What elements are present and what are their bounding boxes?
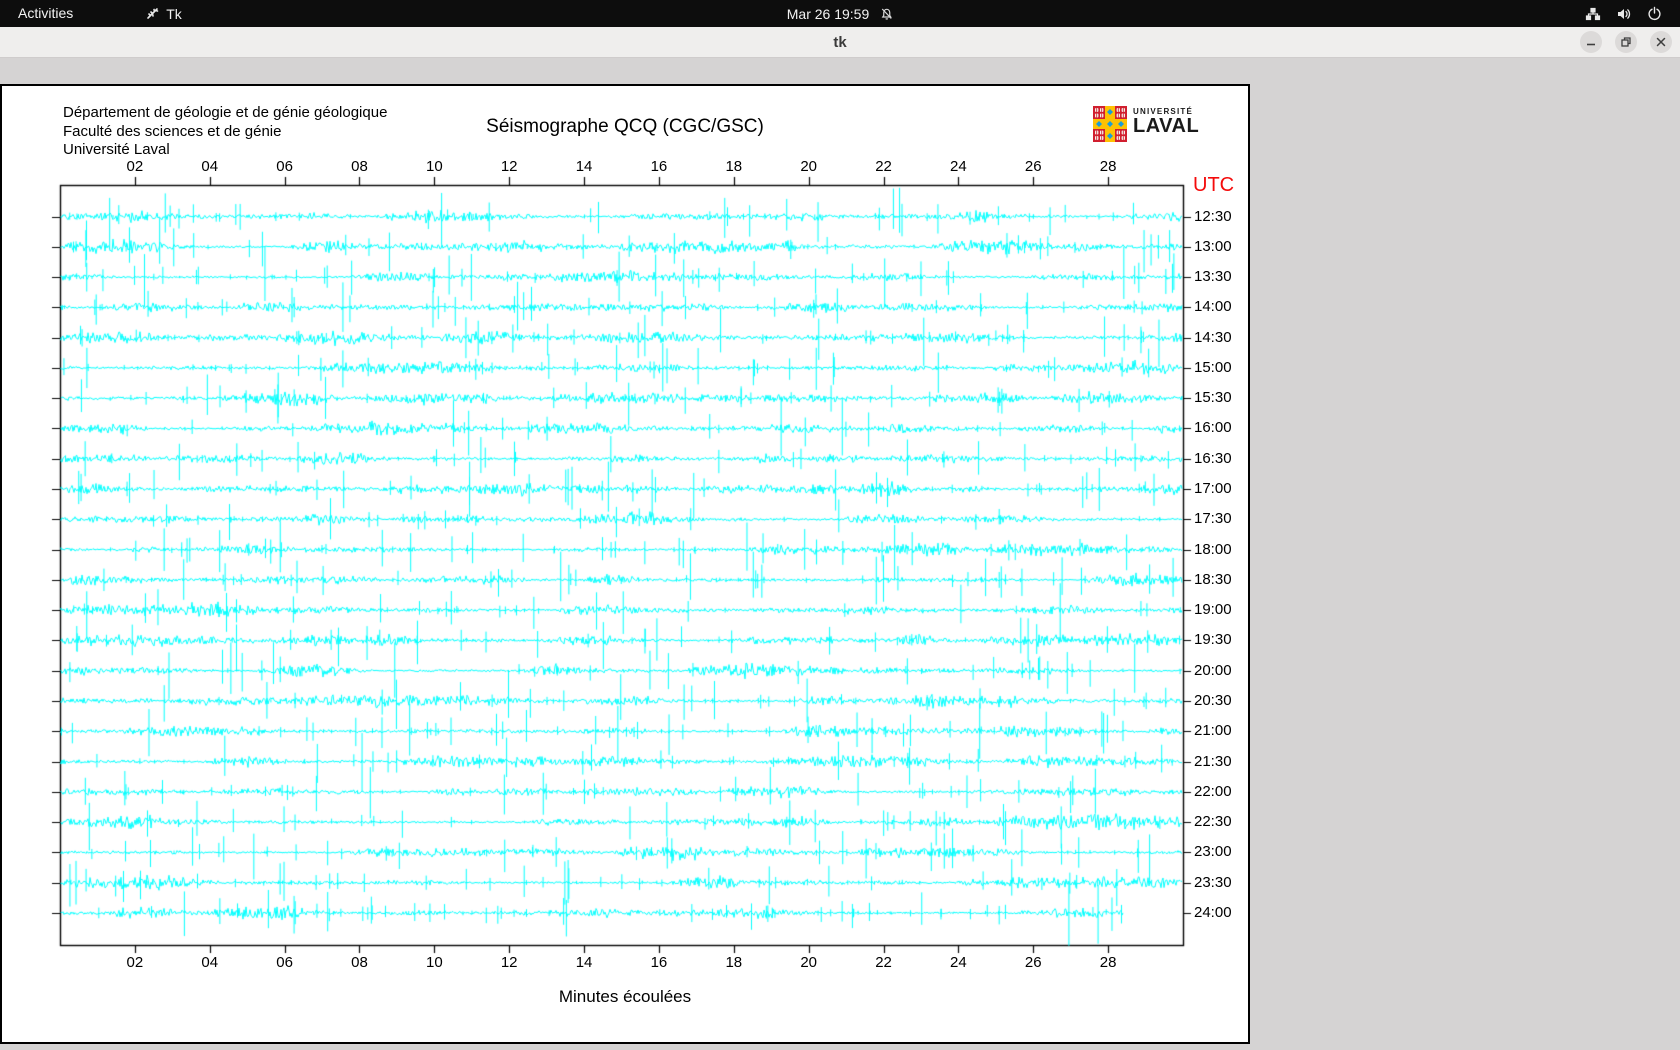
x-tick-bottom-10: 10	[425, 954, 443, 971]
utc-label-24:00: 24:00	[1194, 903, 1232, 921]
utc-label-15:30: 15:30	[1194, 389, 1232, 407]
utc-label-13:30: 13:30	[1194, 268, 1232, 286]
utc-label-21:00: 21:00	[1194, 722, 1232, 740]
restore-button[interactable]	[1615, 31, 1637, 53]
network-wired-icon	[1585, 6, 1601, 22]
tk-feather-icon	[145, 6, 160, 21]
x-tick-bottom-14: 14	[575, 954, 593, 971]
utc-label-22:30: 22:30	[1194, 813, 1232, 831]
x-tick-top-02: 02	[126, 158, 144, 175]
x-tick-bottom-24: 24	[950, 954, 967, 971]
utc-label-22:00: 22:00	[1194, 782, 1232, 800]
power-icon	[1647, 6, 1662, 21]
utc-label-16:00: 16:00	[1194, 419, 1232, 437]
activities-button[interactable]: Activities	[0, 0, 87, 27]
x-tick-top-26: 26	[1024, 158, 1042, 175]
x-tick-bottom-06: 06	[276, 954, 293, 971]
x-tick-top-24: 24	[950, 158, 967, 175]
window-controls	[1580, 31, 1672, 53]
system-status-area[interactable]	[1585, 0, 1680, 27]
utc-label-14:30: 14:30	[1194, 328, 1232, 346]
x-tick-bottom-16: 16	[650, 954, 668, 971]
utc-label-18:30: 18:30	[1194, 570, 1232, 588]
x-tick-bottom-12: 12	[500, 954, 518, 971]
x-tick-bottom-22: 22	[875, 954, 892, 971]
utc-label-20:30: 20:30	[1194, 691, 1232, 709]
x-tick-top-20: 20	[800, 158, 817, 175]
x-tick-top-04: 04	[201, 158, 219, 175]
window-title: tk	[833, 34, 847, 51]
utc-label-21:30: 21:30	[1194, 752, 1232, 770]
utc-label-23:30: 23:30	[1194, 873, 1232, 891]
utc-label-14:00: 14:00	[1194, 298, 1232, 316]
utc-label-16:30: 16:30	[1194, 449, 1232, 467]
x-tick-top-18: 18	[725, 158, 743, 175]
focused-app-menu[interactable]: Tk	[145, 6, 182, 22]
utc-label-19:30: 19:30	[1194, 631, 1232, 649]
x-tick-top-10: 10	[425, 158, 443, 175]
x-tick-top-28: 28	[1099, 158, 1117, 175]
close-button[interactable]	[1650, 31, 1672, 53]
x-tick-bottom-04: 04	[201, 954, 219, 971]
x-tick-top-12: 12	[500, 158, 518, 175]
gnome-top-bar: Activities Tk Mar 26 19:59	[0, 0, 1680, 27]
utc-label-12:30: 12:30	[1194, 207, 1232, 225]
focused-app-name: Tk	[166, 5, 182, 22]
x-tick-bottom-28: 28	[1099, 954, 1117, 971]
x-tick-top-16: 16	[650, 158, 668, 175]
utc-label-13:00: 13:00	[1194, 237, 1232, 255]
utc-label-18:00: 18:00	[1194, 540, 1232, 558]
utc-label-15:00: 15:00	[1194, 358, 1232, 376]
clock-menu[interactable]: Mar 26 19:59	[787, 0, 894, 27]
desktop-background: Département de géologie et de génie géol…	[0, 58, 1680, 1050]
utc-label-20:00: 20:00	[1194, 661, 1232, 679]
x-tick-top-06: 06	[276, 158, 293, 175]
x-tick-bottom-26: 26	[1024, 954, 1042, 971]
x-tick-top-14: 14	[575, 158, 593, 175]
notifications-off-icon	[879, 7, 893, 21]
minimize-button[interactable]	[1580, 31, 1602, 53]
utc-label-19:00: 19:00	[1194, 601, 1232, 619]
utc-label-17:00: 17:00	[1194, 480, 1232, 498]
x-tick-bottom-02: 02	[126, 954, 144, 971]
utc-header-label: UTC	[1193, 174, 1235, 196]
x-tick-bottom-08: 08	[351, 954, 368, 971]
seismogram-plot	[2, 86, 1248, 1042]
x-tick-top-22: 22	[875, 158, 892, 175]
x-tick-bottom-18: 18	[725, 954, 743, 971]
seismograph-window: Département de géologie et de génie géol…	[0, 84, 1250, 1044]
x-tick-top-08: 08	[351, 158, 368, 175]
clock-label: Mar 26 19:59	[786, 5, 870, 22]
x-tick-bottom-20: 20	[800, 954, 817, 971]
utc-label-17:30: 17:30	[1194, 510, 1232, 528]
x-axis-title: Minutes écoulées	[558, 987, 692, 1006]
volume-icon	[1616, 6, 1632, 22]
utc-label-23:00: 23:00	[1194, 843, 1232, 861]
window-title-bar: tk	[0, 27, 1680, 58]
top-bar-left: Activities Tk	[0, 0, 182, 27]
